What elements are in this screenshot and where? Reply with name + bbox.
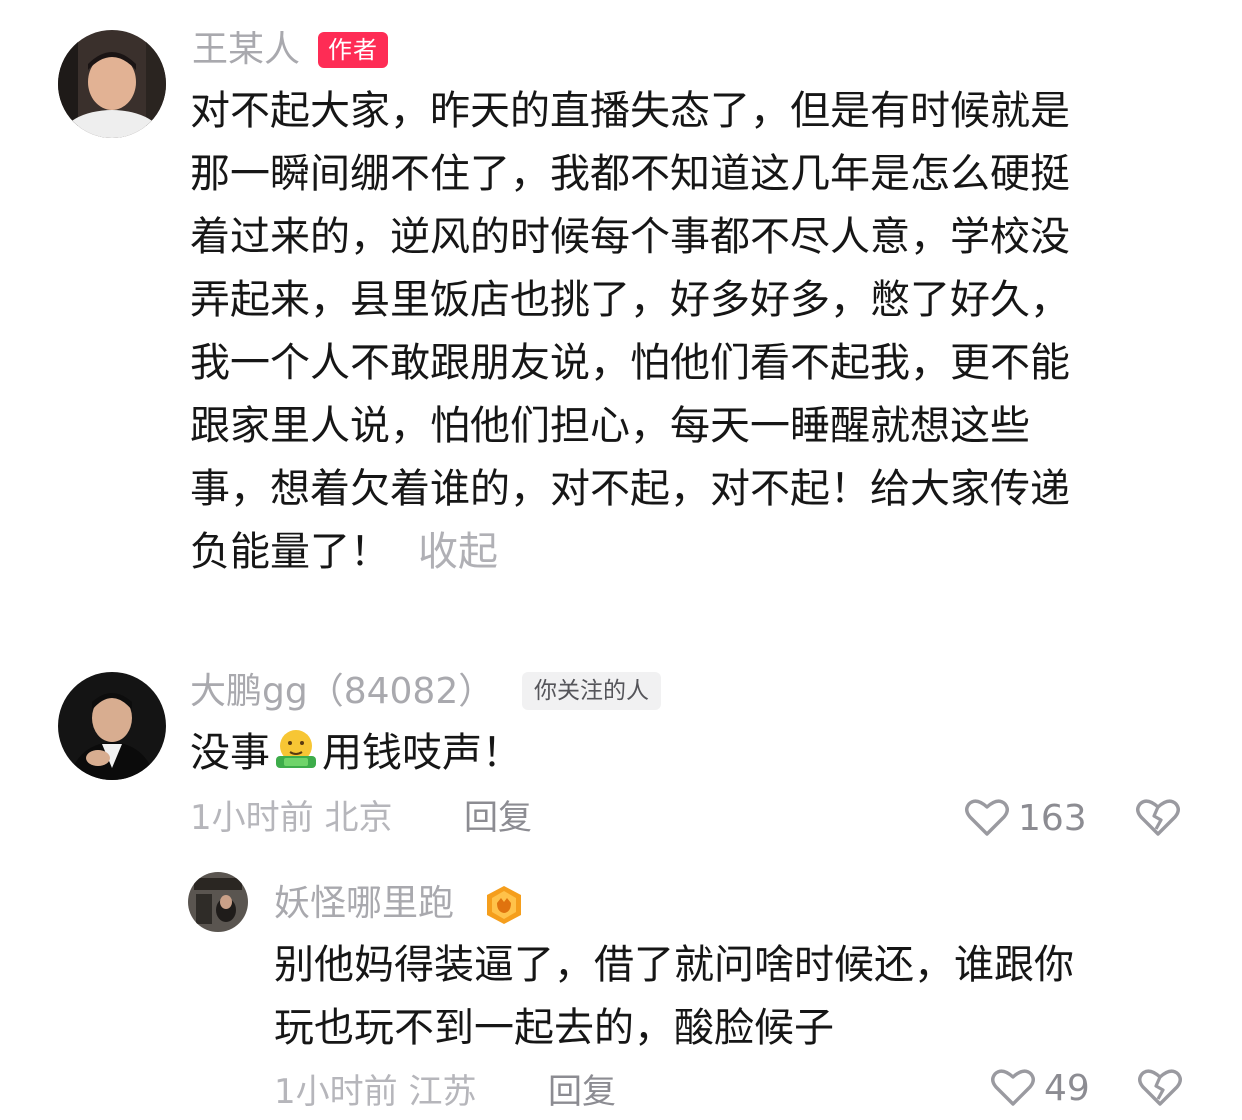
dislike-button[interactable] (1134, 796, 1182, 842)
comment-line: 那一瞬间绷不住了，我都不知道这几年是怎么硬挺 (190, 151, 1070, 197)
commenter-username[interactable]: 大鹏gg（84082） (190, 670, 494, 714)
replier-avatar[interactable] (188, 872, 248, 932)
level-badge-icon (484, 884, 524, 930)
collapse-link[interactable]: 收起 (418, 529, 498, 575)
comment-line: 对不起大家，昨天的直播失态了，但是有时候就是 (190, 88, 1070, 134)
reply-button[interactable]: 回复 (464, 798, 532, 838)
commenter-avatar[interactable] (58, 672, 166, 780)
author-username[interactable]: 王某人 (192, 28, 300, 72)
reply-meta: 1小时前 江苏 (274, 1072, 477, 1112)
like-count: 163 (1018, 798, 1087, 839)
comment-line-last: 负能量了！ 收起 (190, 521, 1190, 584)
heart-icon (990, 1066, 1036, 1112)
author-avatar[interactable] (58, 30, 166, 138)
reply-text: 别他妈得装逼了，借了就问啥时候还，谁跟你 玩也玩不到一起去的，酸脸候子 (274, 934, 1194, 1060)
broken-heart-icon (1134, 799, 1182, 842)
comment-line: 我一个人不敢跟朋友说，怕他们看不起我，更不能 (190, 340, 1070, 386)
reply-like-button[interactable]: 49 (990, 1066, 1090, 1112)
author-badge: 作者 (318, 32, 388, 68)
comment-line: 事，想着欠着谁的，对不起，对不起！给大家传递 (190, 466, 1070, 512)
reply-dislike-button[interactable] (1136, 1066, 1184, 1112)
comment-text-after: 用钱吱声！ (322, 730, 522, 776)
like-button[interactable]: 163 (964, 796, 1087, 842)
comment-line: 跟家里人说，怕他们担心，每天一睡醒就想这些 (190, 403, 1030, 449)
following-badge: 你关注的人 (522, 672, 661, 710)
money-hug-emoji-icon (270, 728, 322, 791)
replier-username[interactable]: 妖怪哪里跑 (274, 882, 454, 926)
comment-text-before: 没事 (190, 730, 270, 776)
comment-line: 弄起来，县里饭店也挑了，好多好多，憋了好久， (190, 277, 1070, 323)
reply-line: 别他妈得装逼了，借了就问啥时候还，谁跟你 (274, 942, 1074, 988)
comment-line: 负能量了！ (190, 529, 390, 575)
comment-text: 没事 用钱吱声！ (190, 722, 1090, 791)
author-comment-text: 对不起大家，昨天的直播失态了，但是有时候就是 那一瞬间绷不住了，我都不知道这几年… (190, 80, 1190, 584)
broken-heart-icon (1136, 1069, 1184, 1112)
comment-meta: 1小时前 北京 (190, 798, 393, 838)
reply-like-count: 49 (1044, 1068, 1090, 1109)
reply-reply-button[interactable]: 回复 (548, 1072, 616, 1112)
heart-icon (964, 796, 1010, 842)
reply-line: 玩也玩不到一起去的，酸脸候子 (274, 1005, 834, 1051)
comment-line: 着过来的，逆风的时候每个事都不尽人意，学校没 (190, 214, 1070, 260)
